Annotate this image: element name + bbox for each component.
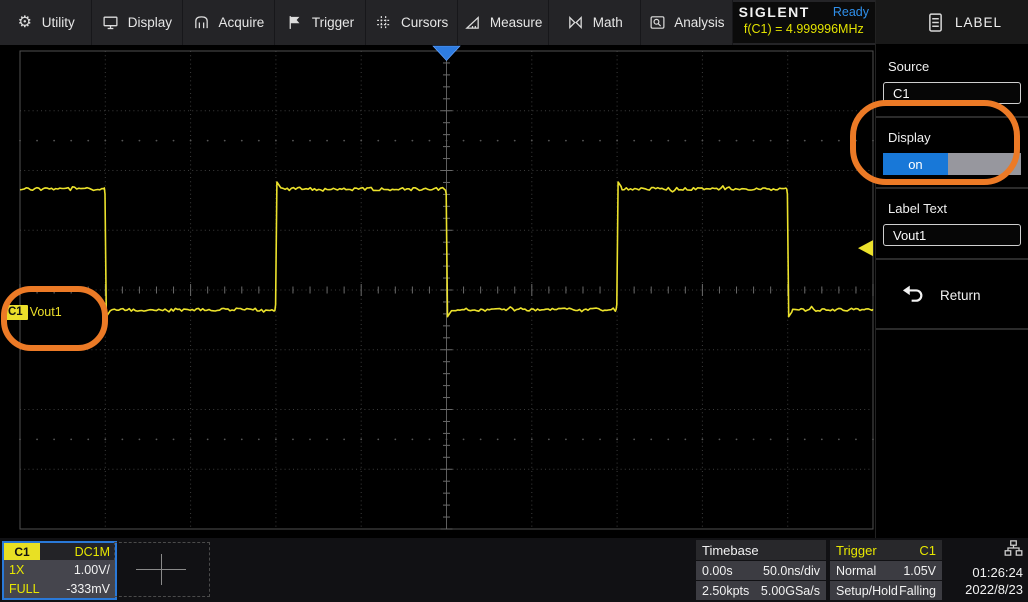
menu-item-trigger[interactable]: Trigger [275, 0, 367, 45]
clock-date: 2022/8/23 [931, 582, 1023, 597]
channel-descriptor-box[interactable]: C1 DC1M 1X 1.00V/ FULL -333mV [2, 541, 117, 600]
gear-icon: ⚙ [16, 14, 34, 32]
trigger-title: Trigger [836, 543, 877, 558]
menu-item-analysis[interactable]: Analysis [641, 0, 733, 45]
menu-item-label: Trigger [312, 15, 354, 30]
timebase-box[interactable]: Timebase 0.00s 50.0ns/div 2.50kpts 5.00G… [696, 540, 826, 600]
measure-icon [464, 14, 482, 32]
waveform-display: C1 Vout1 [0, 45, 875, 538]
label-text-input[interactable]: Vout1 [883, 224, 1021, 246]
label-menu-panel: LABEL Source C1 Display on Label Text Vo… [875, 0, 1028, 538]
timebase-delay: 0.00s [702, 564, 733, 578]
plus-icon [161, 554, 162, 585]
menu-item-cursors[interactable]: Cursors [366, 0, 458, 45]
timebase-scale: 50.0ns/div [763, 564, 820, 578]
timebase-title: Timebase [702, 543, 759, 558]
math-icon [567, 14, 585, 32]
menu-item-acquire[interactable]: Acquire [183, 0, 275, 45]
panel-header: LABEL [876, 0, 1028, 47]
source-select[interactable]: C1 [883, 82, 1021, 104]
menu-item-label: Display [128, 15, 172, 30]
oscilloscope-screen: ⚙ Utility Display Acquire Trigger Curs [0, 0, 1028, 602]
menu-item-label: Math [593, 15, 623, 30]
label-icon [928, 13, 943, 32]
flag-icon [286, 14, 304, 32]
add-channel-placeholder[interactable] [114, 542, 210, 597]
display-section: Display on [876, 118, 1028, 189]
analysis-icon [648, 14, 666, 32]
return-icon [900, 284, 926, 306]
channel-label-text: Vout1 [30, 305, 62, 319]
menu-bar: ⚙ Utility Display Acquire Trigger Curs [0, 0, 875, 45]
source-section: Source C1 [876, 47, 1028, 118]
display-toggle[interactable]: on [883, 153, 1021, 175]
label-text-label: Label Text [888, 201, 1028, 216]
clock-time: 01:26:24 [931, 565, 1023, 580]
menu-item-measure[interactable]: Measure [458, 0, 550, 45]
display-toggle-on[interactable]: on [883, 153, 948, 175]
return-section: Return [876, 260, 1028, 330]
acquire-icon [193, 14, 211, 32]
timebase-sample-rate: 5.00GSa/s [761, 584, 820, 598]
source-label: Source [888, 59, 1028, 74]
trigger-box[interactable]: Trigger C1 Normal 1.05V Setup/Hold Falli… [830, 540, 942, 600]
menu-item-label: Analysis [674, 15, 724, 30]
panel-title: LABEL [955, 15, 1002, 30]
channel-scale: 1.00V/ [74, 563, 110, 577]
frequency-readout: f(C1) = 4.999996MHz [733, 20, 875, 36]
menu-item-label: Utility [42, 15, 75, 30]
cursors-icon [375, 14, 393, 32]
channel-coupling: DC1M [75, 545, 115, 559]
return-button[interactable]: Return [876, 270, 1028, 316]
menu-item-label: Measure [490, 15, 543, 30]
channel-chip[interactable]: C1 [3, 305, 28, 320]
display-label: Display [888, 130, 1028, 145]
return-label: Return [940, 288, 981, 303]
channel-label[interactable]: C1 Vout1 [3, 304, 62, 320]
bottom-status-bar: C1 DC1M 1X 1.00V/ FULL -333mV Timebase 0… [0, 538, 1028, 602]
label-text-section: Label Text Vout1 [876, 189, 1028, 260]
menu-item-math[interactable]: Math [549, 0, 641, 45]
menu-item-label: Acquire [219, 15, 265, 30]
channel-bandwidth: FULL [9, 582, 40, 596]
display-icon [102, 14, 120, 32]
menu-item-label: Cursors [401, 15, 448, 30]
menu-item-utility[interactable]: ⚙ Utility [0, 0, 92, 45]
clock-section: 01:26:24 2022/8/23 [931, 540, 1023, 597]
status-box: SIGLENT Ready f(C1) = 4.999996MHz [733, 2, 875, 43]
trigger-type: Setup/Hold [836, 584, 898, 598]
channel-offset: -333mV [66, 582, 110, 596]
acquisition-status: Ready [833, 5, 869, 19]
timebase-points: 2.50kpts [702, 584, 749, 598]
channel-name-chip: C1 [4, 543, 40, 560]
graticule-and-trace [0, 45, 875, 538]
trigger-mode: Normal [836, 564, 876, 578]
display-toggle-off[interactable] [948, 153, 1021, 175]
network-icon [1004, 540, 1023, 556]
menu-item-display[interactable]: Display [92, 0, 184, 45]
brand-logo: SIGLENT [739, 4, 810, 20]
channel-probe: 1X [9, 563, 24, 577]
